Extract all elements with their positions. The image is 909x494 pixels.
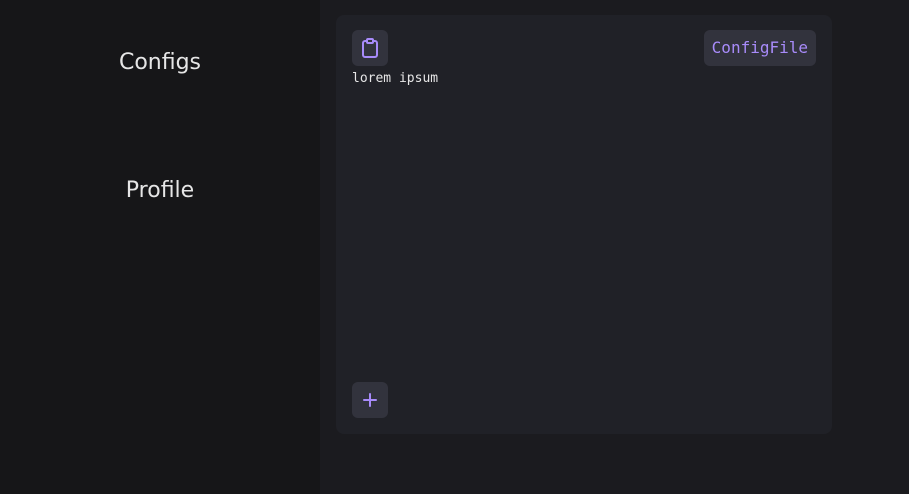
config-card: ConfigFile lorem ipsum [336,15,832,434]
sidebar-item-configs[interactable]: Configs [0,49,320,77]
sidebar: Configs Profile [0,0,320,494]
config-content: lorem ipsum [352,71,439,86]
clipboard-icon [362,38,378,58]
plus-icon [363,393,377,407]
main-content: ConfigFile lorem ipsum [320,0,909,494]
config-file-tag: ConfigFile [703,30,816,66]
copy-button[interactable] [352,30,388,66]
sidebar-item-profile[interactable]: Profile [0,177,320,205]
add-button[interactable] [352,382,388,418]
